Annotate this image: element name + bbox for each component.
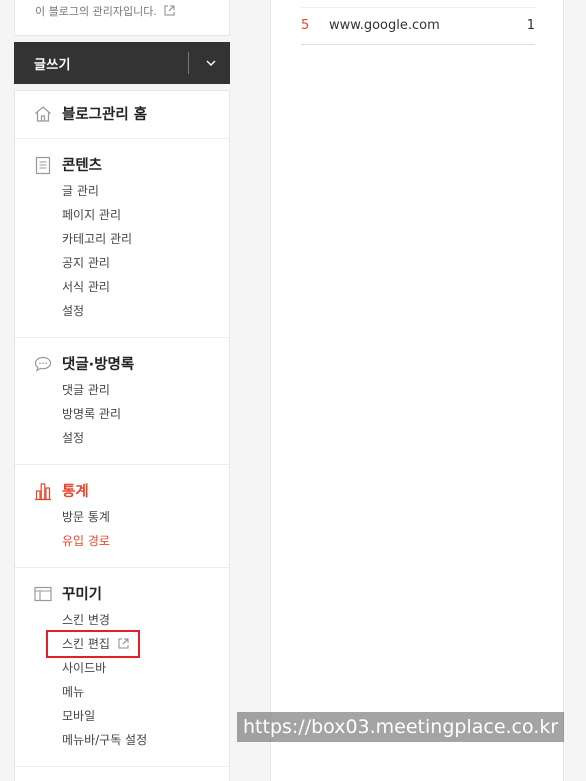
submenu-contents-settings[interactable]: 설정 [62,299,229,323]
write-post-button[interactable]: 글쓰기 [34,54,71,73]
bar-chart-icon [35,483,51,501]
submenu-comments-settings[interactable]: 설정 [62,426,229,450]
layout-icon [34,586,52,602]
write-bar-divider [188,52,189,74]
menu-home-label: 블로그관리 홈 [62,107,148,123]
menu-section-stats: 통계 방문 통계 유입 경로 [15,465,229,568]
submenu-guestbook-manage[interactable]: 방명록 관리 [62,402,229,426]
referrer-site[interactable]: www.google.com [329,18,440,33]
admin-sidebar-menu: 블로그관리 홈 콘텐츠 글 관리 페이지 관리 카테고리 관리 공지 관리 서식… [14,90,230,781]
decor-submenu: 스킨 변경 스킨 편집 사이드바 메뉴 모바일 메뉴바/구독 설정 [46,608,229,752]
table-row: 5 www.google.com 1 [301,7,535,45]
external-link-icon [164,5,175,16]
chevron-down-icon[interactable] [201,53,221,73]
document-icon [35,156,51,175]
submenu-comment-manage[interactable]: 댓글 관리 [62,378,229,402]
menu-section-decor: 꾸미기 스킨 변경 스킨 편집 사이드바 메뉴 모바일 메뉴바/구독 설정 [15,568,229,767]
menu-section-home: 블로그관리 홈 [15,91,229,139]
submenu-referrer[interactable]: 유입 경로 [62,529,229,553]
submenu-menubar-subscribe[interactable]: 메뉴바/구독 설정 [62,728,229,752]
stats-submenu: 방문 통계 유입 경로 [62,505,229,553]
submenu-skin-edit[interactable]: 스킨 편집 [46,630,229,658]
speech-bubble-icon [34,356,52,372]
menu-contents[interactable]: 콘텐츠 [15,153,229,177]
menu-contents-label: 콘텐츠 [62,158,103,174]
submenu-notice-manage[interactable]: 공지 관리 [62,251,229,275]
highlight-box [46,630,140,658]
submenu-mobile[interactable]: 모바일 [62,704,229,728]
comments-submenu: 댓글 관리 방명록 관리 설정 [62,378,229,450]
submenu-page-manage[interactable]: 페이지 관리 [62,203,229,227]
admin-note-card: 이 블로그의 관리자입니다. [14,0,230,36]
menu-home[interactable]: 블로그관리 홈 [15,102,229,126]
menu-comments[interactable]: 댓글·방명록 [15,352,229,376]
menu-decor-label: 꾸미기 [62,587,103,603]
referrer-count: 1 [526,18,535,33]
submenu-category-manage[interactable]: 카테고리 관리 [62,227,229,251]
submenu-visit-stats[interactable]: 방문 통계 [62,505,229,529]
admin-note[interactable]: 이 블로그의 관리자입니다. [35,3,175,19]
menu-section-contents: 콘텐츠 글 관리 페이지 관리 카테고리 관리 공지 관리 서식 관리 설정 [15,139,229,338]
submenu-post-manage[interactable]: 글 관리 [62,179,229,203]
referrer-panel: 5 www.google.com 1 [270,0,564,781]
url-watermark: https://box03.meetingplace.co.kr [237,712,565,742]
menu-stats-label: 통계 [62,484,89,500]
submenu-skin-change[interactable]: 스킨 변경 [62,608,229,632]
menu-decor[interactable]: 꾸미기 [15,582,229,606]
menu-comments-label: 댓글·방명록 [62,357,135,373]
menu-section-comments: 댓글·방명록 댓글 관리 방명록 관리 설정 [15,338,229,465]
submenu-menu[interactable]: 메뉴 [62,680,229,704]
menu-stats[interactable]: 통계 [15,479,229,503]
submenu-sidebar[interactable]: 사이드바 [62,656,229,680]
write-post-bar: 글쓰기 [14,42,230,84]
referrer-rank: 5 [301,18,310,33]
home-icon [35,106,51,122]
contents-submenu: 글 관리 페이지 관리 카테고리 관리 공지 관리 서식 관리 설정 [62,179,229,323]
submenu-template-manage[interactable]: 서식 관리 [62,275,229,299]
